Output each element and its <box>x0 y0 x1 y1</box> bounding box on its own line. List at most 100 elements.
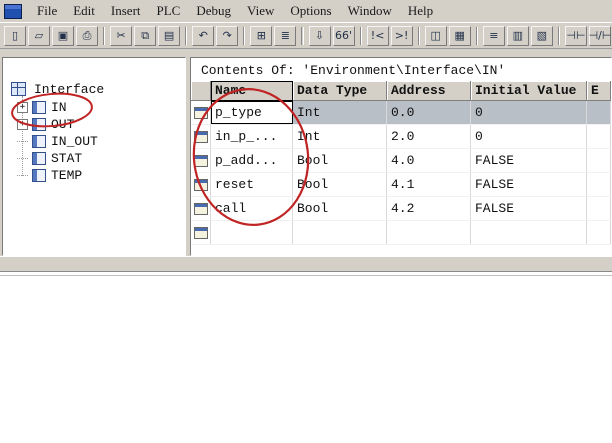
row-icon-cell <box>191 125 211 148</box>
name-cell-editing[interactable]: p_type <box>211 101 293 124</box>
data-type-cell[interactable]: Bool <box>293 149 387 172</box>
empty-cell[interactable] <box>587 221 611 244</box>
column-header-name[interactable]: Name <box>211 81 293 101</box>
declaration-section-icon <box>32 152 46 165</box>
expand-plus-icon[interactable]: + <box>17 102 28 113</box>
column-header-clipped[interactable]: E <box>587 81 611 101</box>
initial-value-cell[interactable]: 0 <box>471 101 587 124</box>
address-cell[interactable]: 4.0 <box>387 149 471 172</box>
name-cell[interactable]: in_p_... <box>211 125 293 148</box>
initial-value-cell[interactable]: FALSE <box>471 197 587 220</box>
menu-edit[interactable]: Edit <box>65 1 103 21</box>
contact-no-button[interactable]: ⊣⊢ <box>565 25 587 46</box>
empty-cell[interactable] <box>387 221 471 244</box>
overview-button[interactable]: ◫ <box>424 25 447 46</box>
tree-item-interface[interactable]: Interface <box>11 80 181 98</box>
table-row[interactable]: call Bool 4.2 FALSE <box>191 197 611 221</box>
empty-cell[interactable] <box>471 221 587 244</box>
tree-item-temp[interactable]: TEMP <box>17 167 181 184</box>
data-type-cell[interactable]: Int <box>293 125 387 148</box>
new-network-button[interactable]: ≡ <box>482 25 505 46</box>
name-cell[interactable]: call <box>211 197 293 220</box>
initial-value-cell[interactable]: FALSE <box>471 149 587 172</box>
contact-nc-button[interactable]: ⊣/⊢ <box>589 25 611 46</box>
table-body: p_type Int 0.0 0 in_p_... Int 2.0 0 p_add... Bool… <box>191 101 611 245</box>
menu-file[interactable]: File <box>29 1 65 21</box>
data-type-cell[interactable]: Int <box>293 101 387 124</box>
clipped-cell <box>587 101 611 124</box>
address-cell[interactable]: 0.0 <box>387 101 471 124</box>
print-button[interactable]: ⎙ <box>76 25 98 46</box>
column-header-data-type[interactable]: Data Type <box>293 81 387 101</box>
declaration-row-icon <box>193 202 208 215</box>
contents-title: Contents Of: 'Environment\Interface\IN' <box>201 63 506 78</box>
application-window: File Edit Insert PLC Debug View Options Window H… <box>0 0 612 443</box>
contents-pane: Contents Of: 'Environment\Interface\IN' … <box>190 57 612 256</box>
detail-view-button[interactable]: ▦ <box>448 25 471 46</box>
clipped-cell <box>587 125 611 148</box>
declaration-section-icon <box>32 135 46 148</box>
address-cell[interactable]: 2.0 <box>387 125 471 148</box>
declaration-row-icon <box>193 130 208 143</box>
column-header-icon[interactable] <box>191 81 211 101</box>
menu-window[interactable]: Window <box>340 1 400 21</box>
row-icon-cell <box>191 173 211 196</box>
monitor-button[interactable]: 66' <box>332 25 355 46</box>
program-elements-button[interactable]: ⊞ <box>250 25 273 46</box>
menu-help[interactable]: Help <box>400 1 441 21</box>
tree-connector <box>17 174 28 177</box>
cut-button[interactable]: ✂ <box>110 25 133 46</box>
download-button[interactable]: ⇩ <box>308 25 331 46</box>
menu-view[interactable]: View <box>239 1 282 21</box>
name-cell[interactable]: p_add... <box>211 149 293 172</box>
save-button[interactable]: ▣ <box>52 25 74 46</box>
empty-cell[interactable] <box>293 221 387 244</box>
interface-icon <box>11 82 26 96</box>
copy-button[interactable]: ⧉ <box>134 25 157 46</box>
expand-plus-icon[interactable]: + <box>17 119 28 130</box>
tree-item-out[interactable]: + OUT <box>17 116 181 133</box>
data-type-cell[interactable]: Bool <box>293 197 387 220</box>
name-cell[interactable]: reset <box>211 173 293 196</box>
tree-item-label: STAT <box>51 151 83 166</box>
menu-plc[interactable]: PLC <box>149 1 189 21</box>
redo-button[interactable]: ↷ <box>216 25 239 46</box>
column-header-address[interactable]: Address <box>387 81 471 101</box>
toolbar-separator <box>475 26 478 45</box>
tree-item-in_out[interactable]: IN_OUT <box>17 133 181 150</box>
symbol-info-button[interactable]: ▥ <box>506 25 529 46</box>
menu-debug[interactable]: Debug <box>188 1 239 21</box>
goto-next-error-button[interactable]: >! <box>390 25 413 46</box>
table-row-placeholder[interactable] <box>191 221 611 245</box>
table-row[interactable]: p_add... Bool 4.0 FALSE <box>191 149 611 173</box>
data-type-cell[interactable]: Bool <box>293 173 387 196</box>
new-button[interactable]: ▯ <box>4 25 26 46</box>
address-cell[interactable]: 4.2 <box>387 197 471 220</box>
table-row[interactable]: reset Bool 4.1 FALSE <box>191 173 611 197</box>
paste-button[interactable]: ▤ <box>158 25 181 46</box>
initial-value-cell[interactable]: FALSE <box>471 173 587 196</box>
menu-options[interactable]: Options <box>282 1 339 21</box>
clipped-cell <box>587 149 611 172</box>
comment-toggle-button[interactable]: ▧ <box>530 25 553 46</box>
tree-connector <box>17 157 28 160</box>
interface-tree-pane: Interface + IN + OUT IN_OUT STAT TEMP <box>2 57 186 256</box>
document-window-icon[interactable] <box>4 3 22 19</box>
tree-item-in[interactable]: + IN <box>17 99 181 116</box>
address-cell[interactable]: 4.1 <box>387 173 471 196</box>
empty-cell[interactable] <box>211 221 293 244</box>
table-row[interactable]: in_p_... Int 2.0 0 <box>191 125 611 149</box>
undo-button[interactable]: ↶ <box>192 25 215 46</box>
goto-prev-error-button[interactable]: !< <box>366 25 389 46</box>
network-toggle-button[interactable]: ≣ <box>274 25 297 46</box>
tree-item-label: IN <box>51 100 67 115</box>
column-header-initial-value[interactable]: Initial Value <box>471 81 587 101</box>
open-button[interactable]: ▱ <box>28 25 50 46</box>
table-header-row: Name Data Type Address Initial Value E <box>191 81 611 101</box>
menu-insert[interactable]: Insert <box>103 1 149 21</box>
toolbar-separator <box>301 26 304 45</box>
toolbar-separator <box>557 26 560 45</box>
initial-value-cell[interactable]: 0 <box>471 125 587 148</box>
table-row[interactable]: p_type Int 0.0 0 <box>191 101 611 125</box>
tree-item-stat[interactable]: STAT <box>17 150 181 167</box>
